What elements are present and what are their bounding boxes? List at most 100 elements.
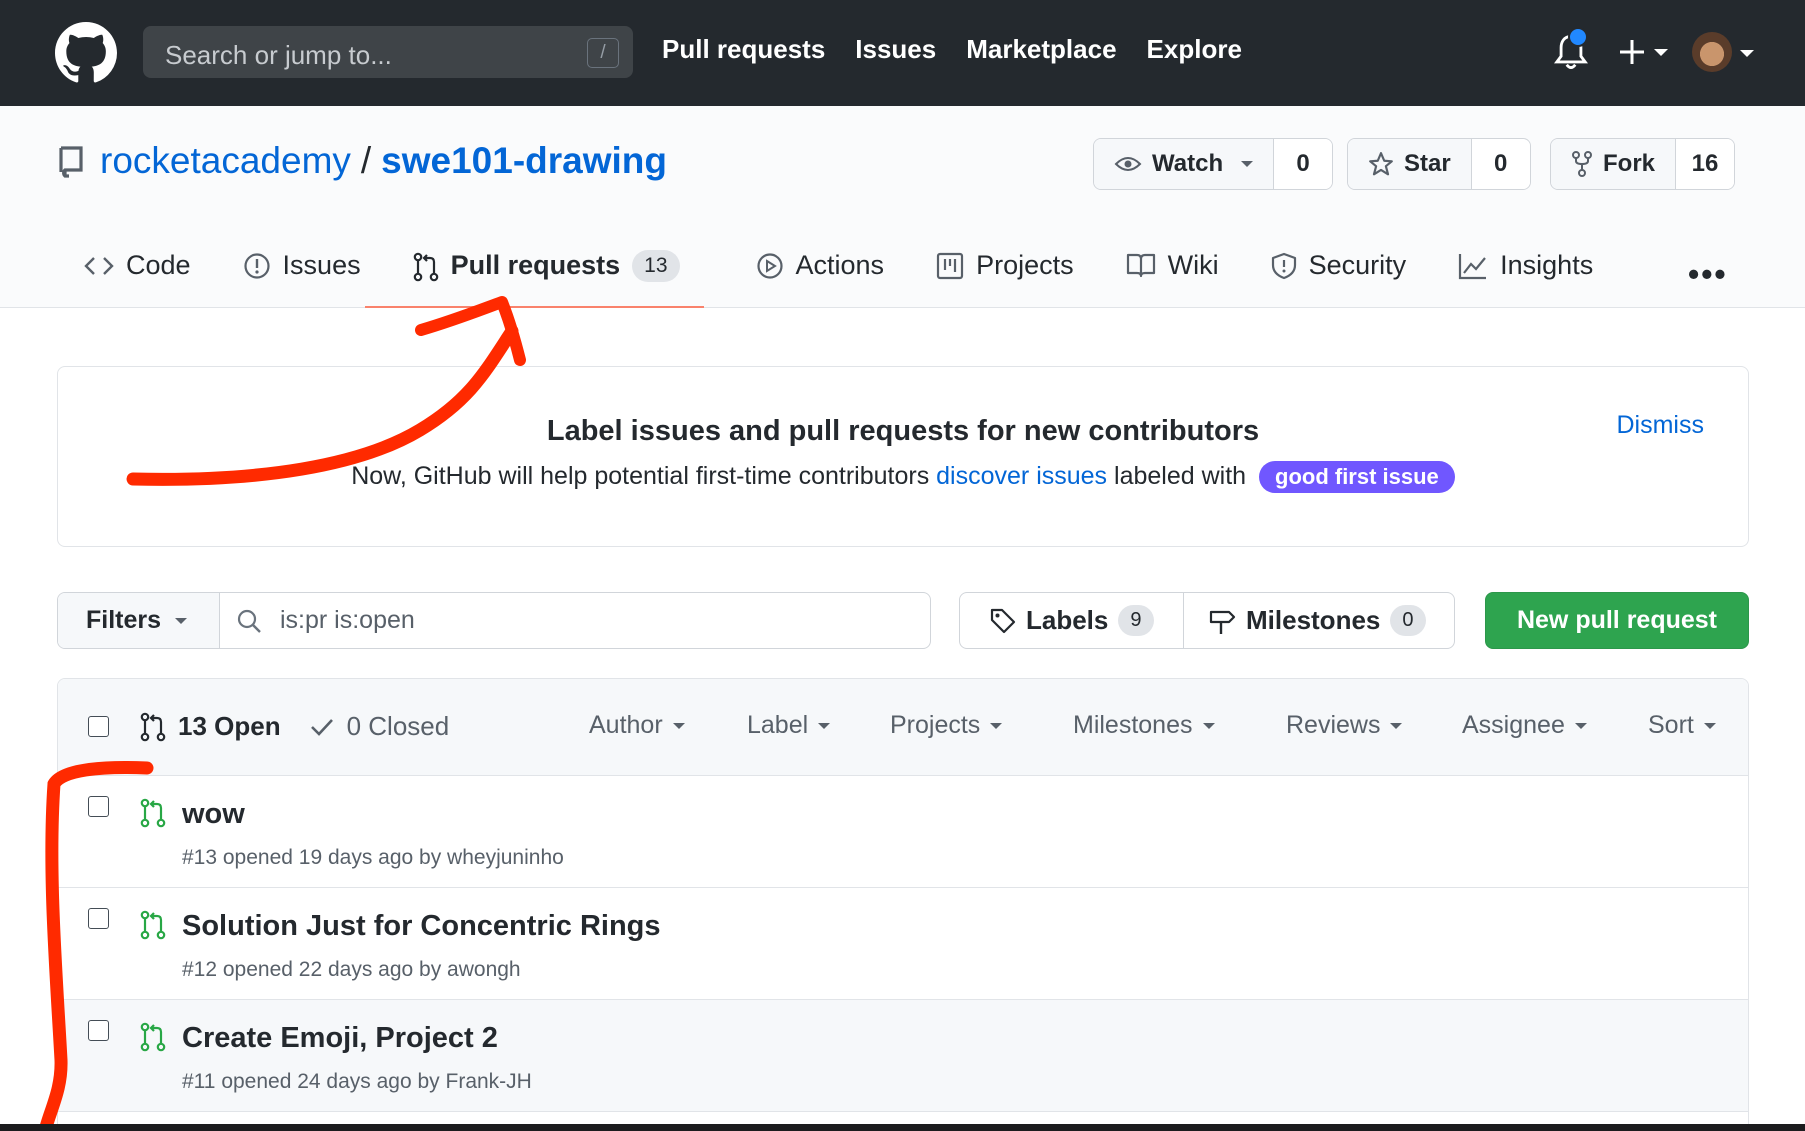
open-count-label: 13 Open — [178, 711, 281, 741]
star-button[interactable]: Star — [1348, 139, 1472, 189]
open-pull-request-icon — [140, 798, 166, 828]
avatar[interactable] — [1692, 32, 1732, 72]
pr-title-link[interactable]: Solution Just for Concentric Rings — [182, 910, 661, 943]
graph-icon — [1459, 254, 1487, 280]
tab-code[interactable]: Code — [60, 236, 191, 308]
list-header: 13 Open 0 Closed Author Label Projects M… — [58, 679, 1748, 776]
open-pull-request-icon — [140, 1022, 166, 1052]
dismiss-button[interactable]: Dismiss — [1617, 411, 1705, 440]
milestones-button[interactable]: Milestones 0 — [1183, 593, 1450, 648]
tab-wiki[interactable]: Wiki — [1102, 236, 1219, 308]
global-nav: Pull requests Issues Marketplace Explore — [662, 34, 1242, 65]
milestones-label: Milestones — [1246, 605, 1381, 635]
banner-description: Now, GitHub will help potential first-ti… — [58, 461, 1748, 493]
star-label: Star — [1404, 150, 1451, 177]
repo-name-link[interactable]: swe101-drawing — [381, 140, 667, 182]
open-pull-request-icon — [140, 910, 166, 940]
filters-label: Filters — [86, 606, 162, 634]
search-input[interactable]: Search or jump to... / — [143, 26, 633, 78]
star-count[interactable]: 0 — [1471, 139, 1530, 189]
row-checkbox[interactable] — [88, 908, 109, 929]
pr-title-link[interactable]: wow — [182, 798, 245, 831]
sort-dropdown[interactable]: Sort — [1648, 711, 1716, 740]
tab-label: Issues — [282, 250, 361, 280]
filter-label: Author — [589, 711, 663, 739]
fork-button[interactable]: Fork — [1551, 139, 1677, 189]
watch-button[interactable]: Watch — [1094, 139, 1275, 189]
watch-button-group: Watch 0 — [1093, 138, 1334, 190]
new-pull-request-button[interactable]: New pull request — [1485, 592, 1749, 649]
github-logo-icon[interactable] — [55, 22, 117, 84]
row-checkbox[interactable] — [88, 1020, 109, 1041]
search-input[interactable]: is:pr is:open — [220, 593, 930, 648]
caret-down-icon — [1574, 722, 1587, 729]
tab-projects[interactable]: Projects — [912, 236, 1074, 308]
star-icon — [1369, 152, 1393, 176]
labels-label: Labels — [1026, 605, 1109, 635]
select-all-checkbox[interactable] — [88, 716, 109, 737]
tab-label: Pull requests — [450, 250, 621, 280]
pull-request-icon — [140, 712, 166, 741]
pr-meta: #11 opened 24 days ago by Frank-JH — [182, 1070, 532, 1093]
tab-insights[interactable]: Insights — [1434, 236, 1593, 308]
tab-label: Security — [1308, 250, 1407, 280]
search-placeholder: Search or jump to... — [165, 40, 392, 70]
notification-dot — [1568, 27, 1588, 47]
reviews-filter[interactable]: Reviews — [1286, 711, 1403, 740]
state-toggle: 13 Open 0 Closed — [140, 711, 449, 742]
labels-milestones-group: Labels 9 Milestones 0 — [959, 592, 1455, 649]
watch-count[interactable]: 0 — [1274, 139, 1333, 189]
author-filter[interactable]: Author — [589, 711, 685, 740]
contributor-banner: Label issues and pull requests for new c… — [57, 366, 1749, 547]
banner-desc-prefix: Now, GitHub will help potential first-ti… — [351, 462, 937, 490]
projects-filter[interactable]: Projects — [890, 711, 1003, 740]
assignee-filter[interactable]: Assignee — [1462, 711, 1587, 740]
pull-request-icon — [413, 252, 438, 282]
repo-nav-tabs: Code Issues Pull requests 13 Actions Pro… — [60, 236, 1621, 308]
labels-count: 9 — [1118, 605, 1154, 636]
book-icon — [1126, 253, 1155, 278]
fork-button-group: Fork 16 — [1550, 138, 1736, 190]
nav-pull-requests[interactable]: Pull requests — [662, 34, 825, 65]
search-icon — [237, 609, 261, 633]
fork-count[interactable]: 16 — [1676, 139, 1735, 189]
good-first-issue-label[interactable]: good first issue — [1259, 461, 1455, 493]
tab-security[interactable]: Security — [1247, 236, 1407, 308]
open-filter[interactable]: 13 Open — [140, 711, 281, 742]
tab-label: Insights — [1500, 250, 1594, 280]
watch-label: Watch — [1152, 150, 1224, 177]
pr-count-badge: 13 — [632, 250, 680, 282]
discover-issues-link[interactable]: discover issues — [936, 462, 1107, 490]
tab-actions[interactable]: Actions — [732, 236, 885, 308]
nav-issues[interactable]: Issues — [855, 34, 936, 65]
row-checkbox[interactable] — [88, 796, 109, 817]
check-icon — [310, 718, 333, 736]
list-item: Solution Just for Concentric Rings #12 o… — [58, 888, 1748, 1000]
tab-label: Projects — [976, 250, 1074, 280]
more-menu-icon[interactable]: ••• — [1688, 256, 1728, 293]
filters-dropdown[interactable]: Filters — [58, 593, 220, 648]
label-filter[interactable]: Label — [747, 711, 831, 740]
banner-desc-suffix: labeled with — [1107, 462, 1247, 490]
milestones-filter[interactable]: Milestones — [1073, 711, 1215, 740]
milestones-count: 0 — [1390, 605, 1426, 636]
create-new-icon[interactable] — [1614, 32, 1684, 72]
filter-query: is:pr is:open — [280, 606, 415, 634]
pull-request-list: 13 Open 0 Closed Author Label Projects M… — [57, 678, 1749, 1131]
project-icon — [936, 252, 964, 280]
chevron-down-icon[interactable] — [1740, 50, 1754, 57]
caret-down-icon — [1703, 722, 1716, 729]
closed-filter[interactable]: 0 Closed — [309, 711, 449, 742]
nav-explore[interactable]: Explore — [1147, 34, 1242, 65]
tab-issues[interactable]: Issues — [219, 236, 361, 308]
repo-owner-link[interactable]: rocketacademy — [100, 140, 351, 182]
filter-label: Sort — [1648, 711, 1694, 739]
shield-icon — [1271, 252, 1296, 280]
tab-pull-requests[interactable]: Pull requests 13 — [364, 236, 704, 308]
tab-label: Actions — [795, 250, 885, 280]
labels-button[interactable]: Labels 9 — [960, 593, 1183, 648]
nav-marketplace[interactable]: Marketplace — [966, 34, 1116, 65]
pr-title-link[interactable]: Create Emoji, Project 2 — [182, 1022, 498, 1055]
caret-down-icon — [175, 617, 188, 624]
banner-title: Label issues and pull requests for new c… — [546, 415, 1260, 447]
